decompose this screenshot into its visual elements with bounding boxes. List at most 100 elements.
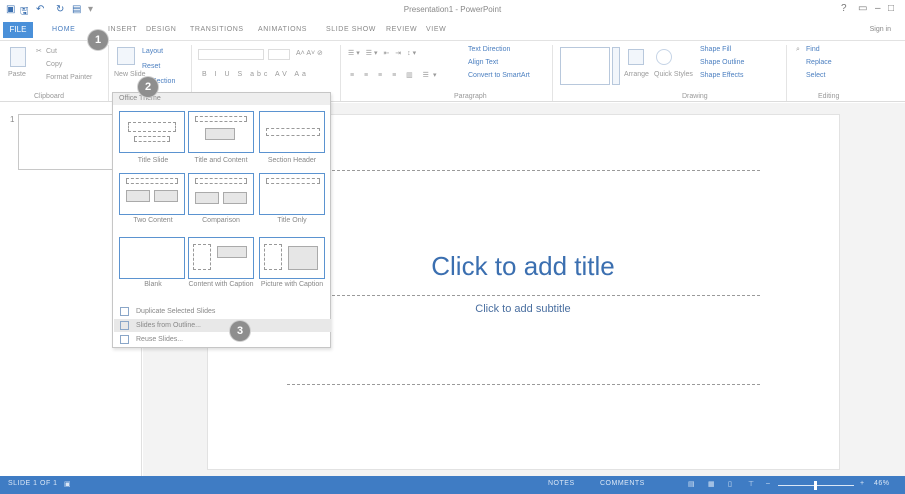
shapes-gallery-more-icon[interactable] (612, 47, 620, 85)
tab-review[interactable]: REVIEW (386, 26, 417, 33)
comments-button[interactable]: COMMENTS (600, 480, 645, 487)
layout-two-content[interactable] (119, 173, 185, 215)
normal-view-icon[interactable]: ▤ (688, 480, 695, 488)
format-painter-button[interactable]: Format Painter (46, 74, 92, 81)
slide-count-status: SLIDE 1 OF 1 (8, 480, 58, 487)
tab-home[interactable]: HOME (52, 26, 75, 33)
layout-placeholder (288, 246, 318, 270)
restore-button[interactable]: □ (888, 3, 894, 14)
tab-view[interactable]: VIEW (426, 26, 446, 33)
layout-title-and-content[interactable] (188, 111, 254, 153)
arrange-icon[interactable] (628, 49, 644, 65)
tab-transitions[interactable]: TRANSITIONS (190, 26, 244, 33)
layout-placeholder (128, 122, 176, 132)
layout-label: Title and Content (194, 157, 248, 164)
cut-icon[interactable]: ✂ (36, 47, 42, 55)
layout-placeholder (264, 244, 282, 270)
help-button[interactable]: ? (841, 3, 847, 14)
layout-placeholder (266, 128, 320, 136)
layout-placeholder (195, 116, 247, 122)
list-indent-icons[interactable]: ☰▾ ☰▾ ⇤ ⇥ ↕▾ (348, 49, 418, 57)
notes-button[interactable]: NOTES (548, 480, 575, 487)
layout-placeholder (205, 128, 235, 140)
convert-smartart-button[interactable]: Convert to SmartArt (468, 72, 530, 79)
tab-animations[interactable]: ANIMATIONS (258, 26, 307, 33)
font-name-box[interactable] (198, 49, 264, 60)
outline-icon (120, 321, 129, 330)
new-slide-button[interactable]: New Slide (114, 71, 146, 78)
alignment-icons[interactable]: ≡ ≡ ≡ ≡ ▥ ☰▾ (350, 71, 440, 79)
layout-placeholder (195, 178, 247, 184)
slides-from-outline-item[interactable]: Slides from Outline... (114, 319, 331, 332)
slide-thumbnail[interactable] (18, 114, 116, 170)
layout-section-header[interactable] (259, 111, 325, 153)
layout-blank[interactable] (119, 237, 185, 279)
subtitle-placeholder[interactable]: Click to add subtitle (423, 303, 623, 315)
duplicate-selected-slides-item[interactable]: Duplicate Selected Slides (114, 305, 331, 318)
shape-effects-button[interactable]: Shape Effects (700, 72, 743, 79)
step-callout: 3 (230, 321, 250, 341)
copy-button[interactable]: Copy (46, 61, 62, 68)
sign-in-link[interactable]: Sign in (870, 26, 891, 33)
layout-content-with-caption[interactable] (188, 237, 254, 279)
layout-placeholder (154, 190, 178, 202)
new-slide-icon[interactable] (117, 47, 135, 65)
layout-placeholder (217, 246, 247, 258)
arrange-button[interactable]: Arrange (624, 71, 649, 78)
quick-styles-icon[interactable] (656, 49, 672, 65)
layout-title-slide[interactable] (119, 111, 185, 153)
zoom-in-icon[interactable]: + (860, 480, 865, 487)
slide-sorter-icon[interactable]: ▦ (708, 480, 715, 488)
zoom-out-icon[interactable]: – (766, 480, 770, 487)
shape-outline-button[interactable]: Shape Outline (700, 59, 744, 66)
font-size-icons[interactable]: A˄ A˅ ⊘ (296, 49, 323, 57)
quick-styles-button[interactable]: Quick Styles (654, 71, 693, 78)
tab-file[interactable]: FILE (3, 22, 33, 38)
text-direction-button[interactable]: Text Direction (468, 46, 510, 53)
shapes-gallery[interactable] (560, 47, 610, 85)
layout-picture-with-caption[interactable] (259, 237, 325, 279)
layout-placeholder (126, 190, 150, 202)
title-placeholder-border (287, 295, 760, 296)
layout-placeholder (126, 178, 178, 184)
minimize-button[interactable]: – (875, 3, 881, 14)
replace-button[interactable]: Replace (806, 59, 832, 66)
tab-slide-show[interactable]: SLIDE SHOW (326, 26, 376, 33)
menu-item-label: Slides from Outline... (136, 322, 201, 329)
layout-placeholder (134, 136, 170, 142)
step-callout: 2 (138, 77, 158, 97)
ribbon-tabs: FILE HOME INSERT DESIGN TRANSITIONS ANIM… (0, 20, 905, 40)
select-button[interactable]: Select (806, 72, 825, 79)
reading-view-icon[interactable]: ▯ (728, 480, 732, 488)
paste-button[interactable]: Paste (8, 71, 26, 78)
align-text-button[interactable]: Align Text (468, 59, 498, 66)
title-placeholder[interactable]: Click to add title (383, 251, 663, 282)
cut-button[interactable]: Cut (46, 48, 57, 55)
reuse-slides-item[interactable]: Reuse Slides... (114, 333, 331, 346)
font-size-box[interactable] (268, 49, 290, 60)
spell-check-icon[interactable]: ▣ (64, 480, 71, 488)
document-title: Presentation1 - PowerPoint (403, 5, 502, 14)
ribbon-display-options-icon[interactable]: ▭ (858, 3, 867, 14)
find-icon[interactable]: ⌕ (796, 46, 800, 54)
title-bar: ▣ 🖫 ↶ ↻ ▤ ▾ Presentation1 - PowerPoint ?… (0, 0, 905, 20)
layout-button[interactable]: Layout (142, 48, 163, 55)
shape-fill-button[interactable]: Shape Fill (700, 46, 731, 53)
menu-item-label: Duplicate Selected Slides (136, 308, 216, 315)
paste-icon[interactable] (10, 47, 26, 67)
find-button[interactable]: Find (806, 46, 820, 53)
tab-design[interactable]: DESIGN (146, 26, 176, 33)
zoom-slider-thumb[interactable] (814, 481, 817, 490)
group-separator (786, 45, 787, 101)
reset-button[interactable]: Reset (142, 63, 160, 70)
duplicate-slides-icon (120, 307, 129, 316)
layout-label: Content with Caption (188, 281, 254, 288)
tab-insert[interactable]: INSERT (108, 26, 137, 33)
zoom-level[interactable]: 46% (874, 480, 890, 487)
layout-comparison[interactable] (188, 173, 254, 215)
font-format-icons[interactable]: B I U S abc AV Aa (202, 71, 309, 78)
slide-show-icon[interactable]: ⊤ (748, 480, 755, 488)
drawing-group-label: Drawing (682, 93, 708, 100)
layout-placeholder (223, 192, 247, 204)
layout-title-only[interactable] (259, 173, 325, 215)
